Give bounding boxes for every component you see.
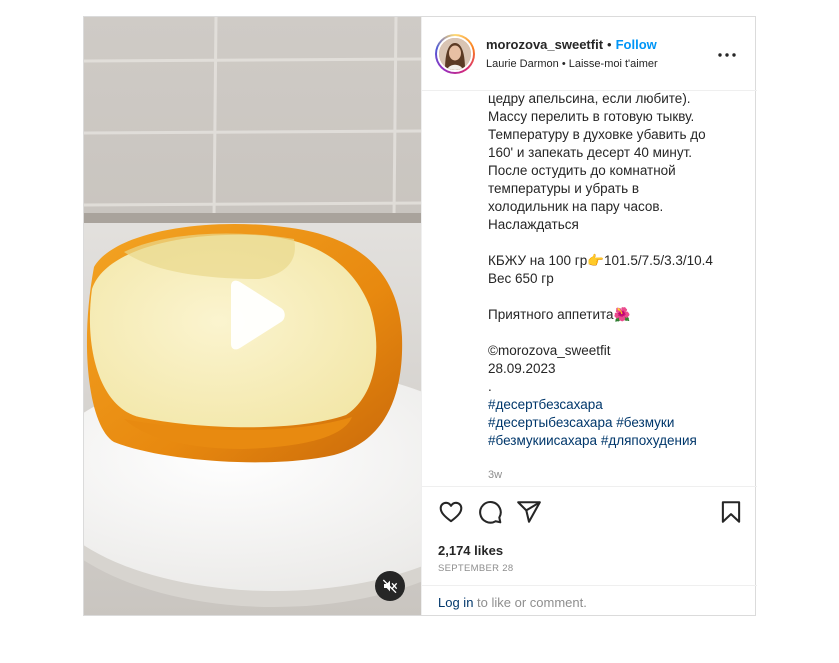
username-link[interactable]: morozova_sweetfit xyxy=(486,37,603,52)
likes-count[interactable]: 2,174 likes xyxy=(438,543,503,558)
bookmark-icon[interactable] xyxy=(718,499,744,525)
hashtag-line: #безмукиисахара #дляпохудения xyxy=(488,432,738,450)
caption-line: Вес 650 гр xyxy=(488,271,554,286)
comment-icon[interactable] xyxy=(477,499,503,525)
caption-line: КБЖУ на 100 гр👉101.5/7.5/3.3/10.4 xyxy=(488,253,713,268)
caption-line: Массу перелить в готовую тыкву. xyxy=(488,109,695,124)
login-prompt: Log in to like or comment. xyxy=(422,585,757,615)
post-date[interactable]: SEPTEMBER 28 xyxy=(438,563,513,574)
post-side-panel: morozova_sweetfit • Follow Laurie Darmon •… xyxy=(421,17,757,615)
more-options-icon[interactable] xyxy=(715,43,739,67)
mute-icon xyxy=(382,579,398,594)
caption-line: Наслаждаться xyxy=(488,217,579,232)
caption-line: цедру апельсина, если любите). xyxy=(488,92,691,106)
caption-line xyxy=(488,288,738,306)
hashtag-line: #десертыбезсахара #безмуки xyxy=(488,414,738,432)
caption-scroll[interactable]: цедру апельсина, если любите). Массу пер… xyxy=(422,92,757,485)
caption-line: Приятного аппетита🌺 xyxy=(488,307,631,322)
caption-line: 160' и запекать десерт 40 минут. xyxy=(488,145,693,160)
mute-button[interactable] xyxy=(375,571,405,601)
login-text: Log in to like or comment. xyxy=(438,595,587,610)
caption-line: После остудить до комнатной xyxy=(488,163,676,178)
hashtag-line: #десертбезсахара xyxy=(488,396,738,414)
separator-dot: • xyxy=(607,37,612,52)
story-ring[interactable] xyxy=(435,34,475,74)
audio-artist[interactable]: Laurie Darmon xyxy=(486,58,559,70)
follow-button[interactable]: Follow xyxy=(616,37,657,52)
post-video[interactable] xyxy=(84,17,421,615)
actions-section: 2,174 likes SEPTEMBER 28 Log in to like … xyxy=(422,486,757,614)
username-row: morozova_sweetfit • Follow xyxy=(486,37,657,52)
audio-row: Laurie Darmon • Laisse-moi t'aimer xyxy=(486,58,658,70)
caption-line: холодильник на пару часов. xyxy=(488,199,664,214)
share-icon[interactable] xyxy=(516,499,542,525)
hashtag-link[interactable]: #десертбезсахара xyxy=(488,397,603,412)
caption-line: . xyxy=(488,379,492,394)
play-icon[interactable] xyxy=(223,280,287,350)
hashtag-link[interactable]: #безмуки xyxy=(616,415,674,430)
post-header: morozova_sweetfit • Follow Laurie Darmon •… xyxy=(422,17,757,91)
caption-line: температуры и убрать в xyxy=(488,181,640,196)
caption-timestamp[interactable]: 3w xyxy=(488,466,738,484)
caption-line: Температуру в духовке убавить до xyxy=(488,127,706,142)
caption-line: ©morozova_sweetfit xyxy=(488,343,611,358)
avatar-photo xyxy=(439,38,471,70)
hashtag-link[interactable]: #безмукиисахара xyxy=(488,433,597,448)
login-rest: to like or comment. xyxy=(473,595,587,610)
audio-separator: • xyxy=(561,58,566,70)
login-link[interactable]: Log in xyxy=(438,595,473,610)
caption-line xyxy=(488,234,738,252)
caption-line: 28.09.2023 xyxy=(488,361,556,376)
heart-icon[interactable] xyxy=(438,499,464,525)
caption-text: цедру апельсина, если любите). Массу пер… xyxy=(488,92,738,484)
avatar[interactable] xyxy=(437,36,473,72)
hashtag-link[interactable]: #десертыбезсахара xyxy=(488,415,612,430)
caption-line xyxy=(488,324,738,342)
audio-track[interactable]: Laisse-moi t'aimer xyxy=(569,58,658,70)
instagram-post: morozova_sweetfit • Follow Laurie Darmon •… xyxy=(83,16,757,616)
hashtag-link[interactable]: #дляпохудения xyxy=(601,433,697,448)
